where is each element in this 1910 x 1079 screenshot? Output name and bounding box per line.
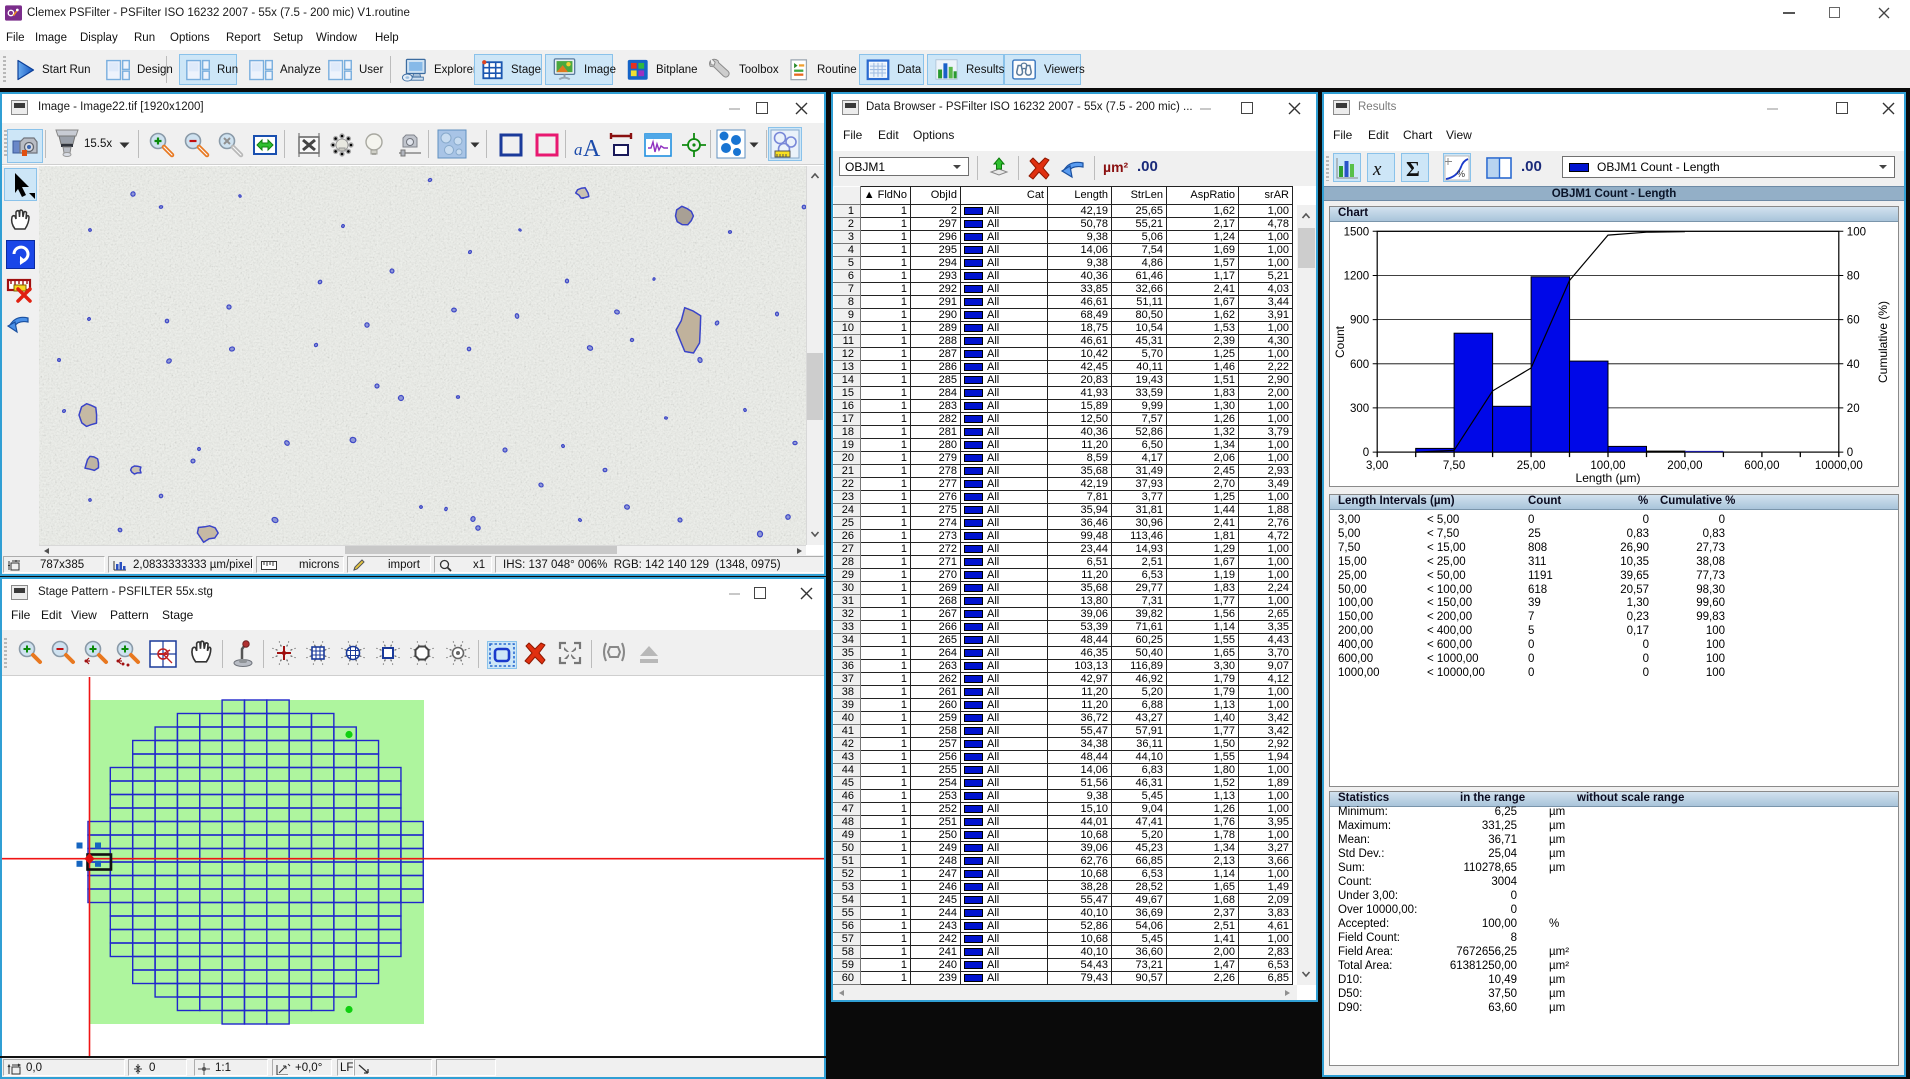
svg-text:A: A (583, 136, 601, 159)
svg-text:900: 900 (1350, 315, 1369, 327)
svg-text:Count: Count (1333, 325, 1347, 358)
svg-text:10000,00: 10000,00 (1815, 460, 1863, 472)
svg-text:600,00: 600,00 (1744, 460, 1779, 472)
svg-text:20: 20 (1847, 403, 1860, 415)
svg-text:Σ: Σ (1406, 157, 1420, 180)
svg-text:Length (µm): Length (µm) (1576, 471, 1641, 485)
svg-text:%: % (1457, 169, 1465, 179)
svg-text:100: 100 (1847, 226, 1866, 238)
svg-text:60: 60 (1847, 315, 1860, 327)
svg-text:x: x (1372, 159, 1382, 180)
svg-text:0: 0 (1363, 447, 1369, 459)
svg-text:300: 300 (1350, 403, 1369, 415)
svg-text:80: 80 (1847, 271, 1860, 283)
svg-text:1200: 1200 (1344, 271, 1370, 283)
svg-text:200,00: 200,00 (1667, 460, 1702, 472)
svg-text:3,00: 3,00 (1366, 460, 1388, 472)
svg-text:7,50: 7,50 (1443, 460, 1465, 472)
svg-text:40: 40 (1847, 359, 1860, 371)
svg-text:0: 0 (1847, 447, 1853, 459)
svg-text:a: a (574, 140, 583, 159)
svg-text:25,00: 25,00 (1517, 460, 1546, 472)
svg-text:600: 600 (1350, 359, 1369, 371)
svg-text:Cumulative (%): Cumulative (%) (1876, 301, 1890, 383)
svg-text:1500: 1500 (1344, 226, 1370, 238)
